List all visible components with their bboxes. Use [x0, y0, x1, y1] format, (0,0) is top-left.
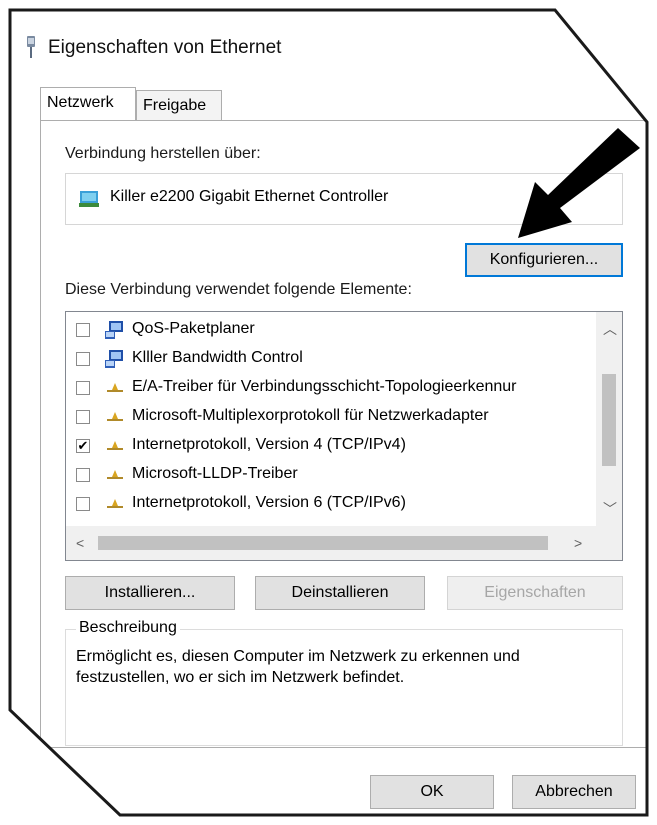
list-item[interactable]: Microsoft-Multiplexorprotokoll für Netzw…: [66, 404, 586, 433]
item-checkbox[interactable]: [76, 352, 90, 366]
scroll-left-icon[interactable]: <: [76, 536, 84, 550]
item-label: E/A-Treiber für Verbindungsschicht-Topol…: [132, 378, 517, 395]
network-service-icon: [105, 350, 123, 368]
item-checkbox[interactable]: [76, 410, 90, 424]
protocol-icon: [107, 383, 123, 392]
description-legend: Beschreibung: [76, 619, 180, 637]
list-item[interactable]: QoS-Paketplaner: [66, 317, 586, 346]
screenshot-frame: Eigenschaften von Ethernet Netzwerk Frei…: [0, 0, 657, 825]
cancel-button[interactable]: Abbrechen: [512, 775, 636, 809]
item-checkbox[interactable]: [76, 468, 90, 482]
elements-label: Diese Verbindung verwendet folgende Elem…: [65, 281, 412, 298]
tab-panel-netzwerk: Verbindung herstellen über: Killer e2200…: [40, 120, 647, 748]
item-label: Microsoft-Multiplexorprotokoll für Netzw…: [132, 407, 489, 424]
ethernet-plug-icon: [27, 36, 35, 58]
list-item[interactable]: Microsoft-LLDP-Treiber: [66, 462, 586, 491]
item-label: Klller Bandwidth Control: [132, 349, 303, 366]
item-checkbox-checked[interactable]: ✔: [76, 439, 90, 453]
protocol-icon: [107, 412, 123, 421]
properties-button[interactable]: Eigenschaften: [447, 576, 623, 610]
item-checkbox[interactable]: [76, 323, 90, 337]
vertical-scroll-thumb[interactable]: [602, 374, 616, 466]
tab-freigabe[interactable]: Freigabe: [136, 90, 222, 120]
configure-button[interactable]: Konfigurieren...: [465, 243, 623, 277]
vertical-scrollbar[interactable]: ︿ ﹀: [596, 312, 622, 526]
ok-button[interactable]: OK: [370, 775, 494, 809]
connect-via-label: Verbindung herstellen über:: [65, 145, 261, 162]
horizontal-scroll-thumb[interactable]: [98, 536, 548, 550]
horizontal-scrollbar[interactable]: < >: [66, 526, 622, 560]
protocol-icon: [107, 470, 123, 479]
item-checkbox[interactable]: [76, 497, 90, 511]
tab-netzwerk[interactable]: Netzwerk: [40, 87, 136, 120]
item-checkbox[interactable]: [76, 381, 90, 395]
network-adapter-icon: [79, 191, 99, 207]
protocol-icon: [107, 441, 123, 450]
list-item[interactable]: Klller Bandwidth Control: [66, 346, 586, 375]
scroll-up-icon[interactable]: ︿: [603, 322, 617, 336]
item-label: Microsoft-LLDP-Treiber: [132, 465, 298, 482]
item-label: Internetprotokoll, Version 6 (TCP/IPv6): [132, 494, 406, 511]
protocol-icon: [107, 499, 123, 508]
install-button[interactable]: Installieren...: [65, 576, 235, 610]
adapter-name: Killer e2200 Gigabit Ethernet Controller: [110, 188, 389, 205]
description-text: Ermöglicht es, diesen Computer im Netzwe…: [76, 648, 520, 686]
list-item[interactable]: ✔ Internetprotokoll, Version 4 (TCP/IPv4…: [66, 433, 586, 462]
adapter-field: Killer e2200 Gigabit Ethernet Controller: [65, 173, 623, 225]
list-item[interactable]: Internetprotokoll, Version 6 (TCP/IPv6): [66, 491, 586, 520]
list-item[interactable]: E/A-Treiber für Verbindungsschicht-Topol…: [66, 375, 586, 404]
scroll-right-icon[interactable]: >: [574, 536, 582, 550]
description-group: Beschreibung Ermöglicht es, diesen Compu…: [65, 619, 623, 746]
item-label: Internetprotokoll, Version 4 (TCP/IPv4): [132, 436, 406, 453]
item-label: QoS-Paketplaner: [132, 320, 255, 337]
scroll-down-icon[interactable]: ﹀: [603, 502, 617, 516]
properties-dialog: Eigenschaften von Ethernet Netzwerk Frei…: [10, 10, 647, 815]
elements-list[interactable]: QoS-Paketplaner Klller Bandwidth Control: [65, 311, 623, 561]
network-service-icon: [105, 321, 123, 339]
window-title: Eigenschaften von Ethernet: [48, 37, 282, 58]
uninstall-button[interactable]: Deinstallieren: [255, 576, 425, 610]
